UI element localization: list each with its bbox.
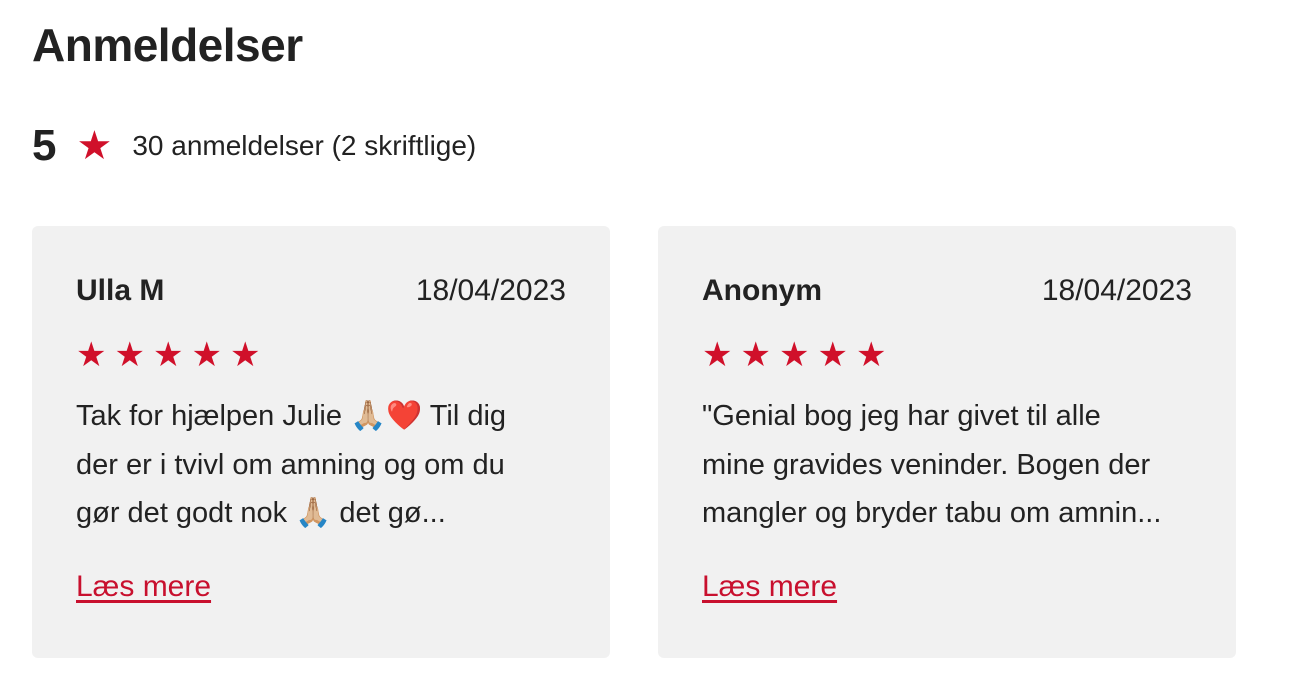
section-heading: Anmeldelser: [32, 19, 303, 71]
review-date: 18/04/2023: [1041, 274, 1192, 307]
star-icon: ★: [855, 335, 887, 375]
star-icon: ★: [191, 335, 222, 375]
review-text: Tak for hjælpen Julie 🙏🏼❤️ Til dig der e…: [76, 400, 507, 529]
star-icon: ★: [817, 335, 848, 375]
read-more-link[interactable]: Læs mere: [702, 570, 837, 604]
review-card: Anonym 18/04/2023 ★ ★ ★ ★ ★ "Genial bog …: [658, 226, 1236, 658]
review-stars: ★ ★ ★ ★ ★: [76, 332, 260, 378]
review-author: Ulla M: [76, 274, 165, 307]
star-icon: ★: [114, 335, 145, 375]
read-more-link[interactable]: Læs mere: [76, 570, 211, 604]
star-icon: ★: [229, 335, 261, 375]
review-header: Ulla M 18/04/2023: [76, 274, 566, 308]
star-icon: ★: [740, 335, 771, 375]
review-card: Ulla M 18/04/2023 ★ ★ ★ ★ ★ Tak for hjæl…: [32, 226, 610, 658]
review-author: Anonym: [702, 274, 822, 307]
star-icon: ★: [702, 335, 733, 375]
star-icon: ★: [778, 335, 810, 375]
review-text: "Genial bog jeg har givet til alle mine …: [702, 400, 1162, 529]
average-score: 5: [32, 121, 57, 170]
rating-summary: 5 ★ 30 anmeldelser (2 skriftlige): [32, 118, 476, 174]
star-icon: ★: [152, 335, 184, 375]
review-stars: ★ ★ ★ ★ ★: [702, 332, 886, 378]
reviews-section: Anmeldelser 5 ★ 30 anmeldelser (2 skrift…: [0, 0, 1298, 682]
review-count: 30 anmeldelser (2 skriftlige): [132, 130, 477, 161]
star-icon: ★: [76, 123, 113, 169]
review-header: Anonym 18/04/2023: [702, 274, 1192, 308]
review-date: 18/04/2023: [415, 274, 566, 307]
star-icon: ★: [76, 335, 107, 375]
